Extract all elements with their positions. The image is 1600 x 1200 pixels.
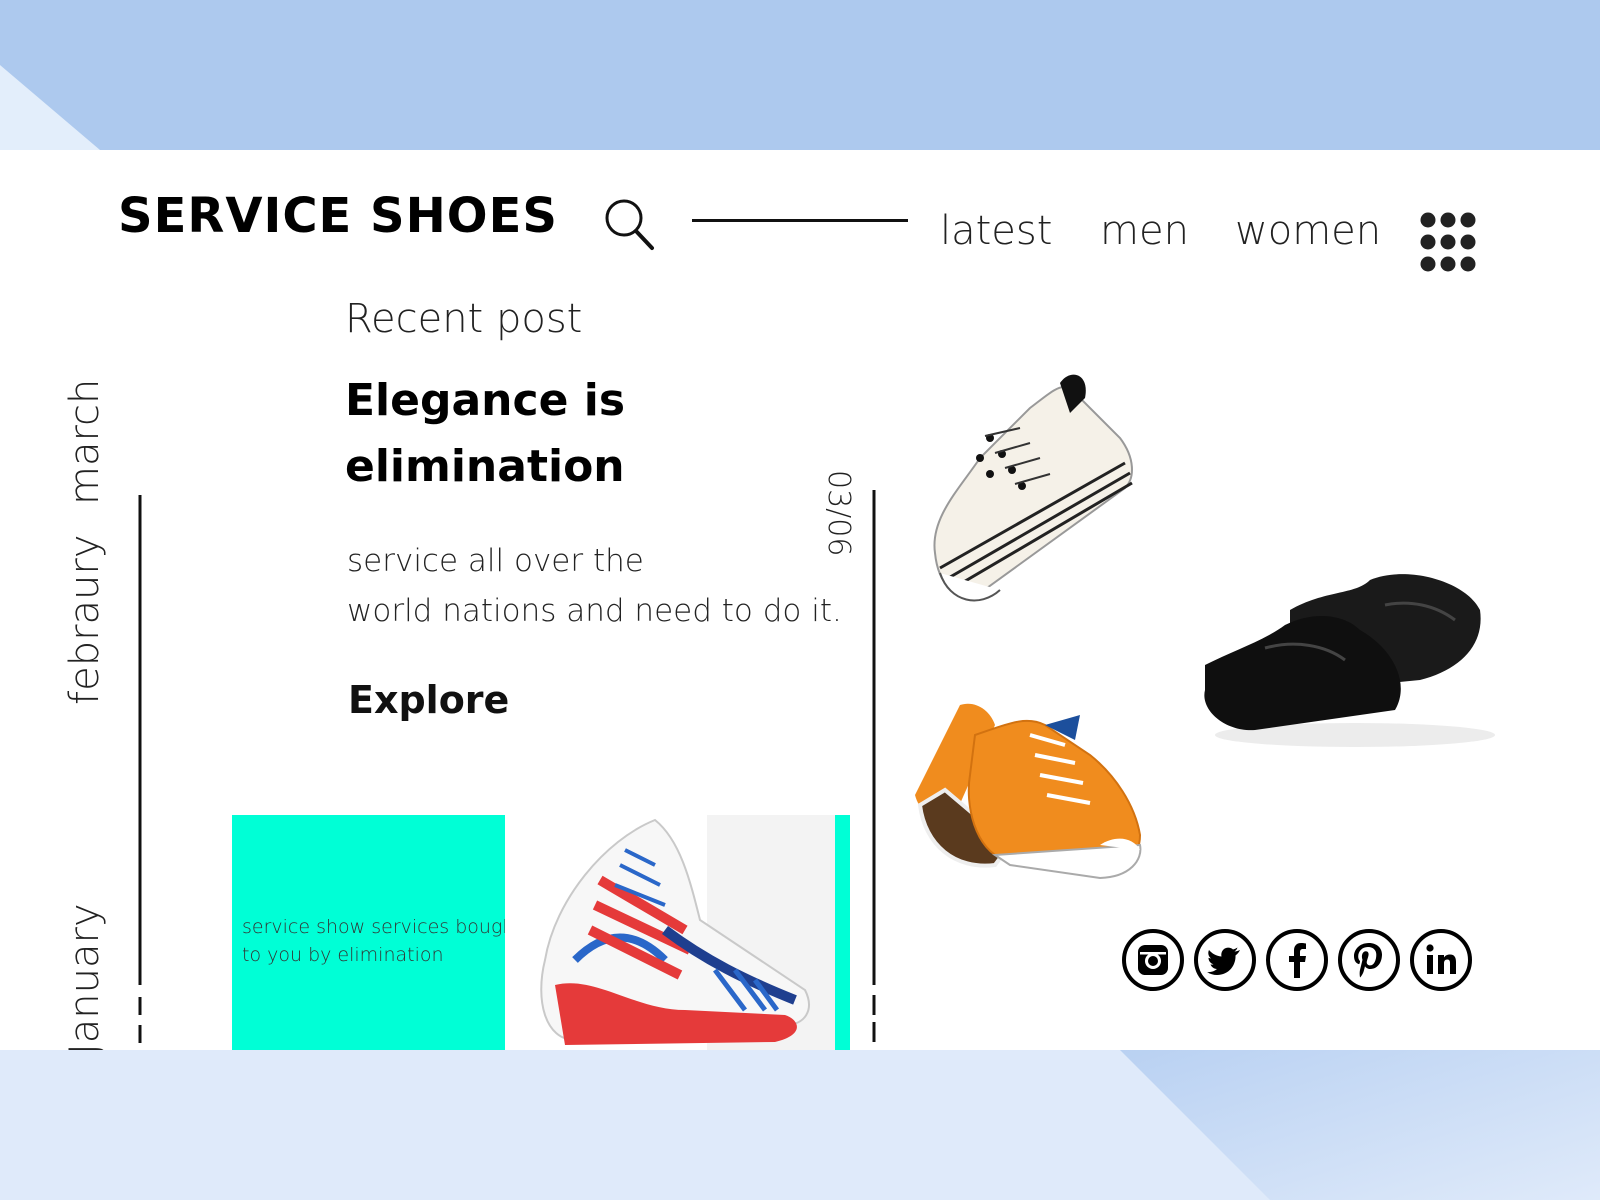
description-line: world nations and need to do it. [347,593,842,629]
twitter-icon[interactable] [1193,928,1257,992]
month-january[interactable]: January [62,903,108,1050]
facebook-icon[interactable] [1265,928,1329,992]
post-headline: Elegance is elimination [345,368,805,500]
promo-text-line: service show services bought [242,916,522,938]
promo-accent-strip [835,815,850,1050]
background-top-band [0,0,1600,150]
month-march[interactable]: march [62,379,108,505]
background-triangle [0,65,100,150]
month-february[interactable]: febraury [62,534,108,705]
header-divider [692,219,908,222]
orange-sneakers-image[interactable] [915,695,1155,895]
nav-latest[interactable]: latest [940,208,1052,254]
grid-menu-icon[interactable] [1418,210,1488,274]
post-date: 03/06 [821,470,856,557]
headline-line: elimination [345,441,625,492]
social-links [1121,928,1481,998]
headline-line: Elegance is [345,375,626,426]
section-label: Recent post [345,296,583,342]
description-line: service all over the [347,543,644,579]
linkedin-icon[interactable] [1409,928,1473,992]
main-card: SERVICE SHOES latest men women march feb… [0,150,1600,1050]
pinterest-icon[interactable] [1337,928,1401,992]
month-selector: march febraury January [62,375,122,1050]
background-gradient-shape [1120,1050,1600,1200]
explore-button[interactable]: Explore [348,678,509,722]
white-sneaker-image[interactable] [920,368,1140,608]
post-description: service all over the world nations and n… [347,536,867,636]
promo-text-line: to you by elimination [242,944,444,966]
promo-box[interactable]: service show services bought to you by e… [232,815,522,1050]
black-loafers-image[interactable] [1195,570,1505,750]
timeline-left [138,495,142,1043]
timeline-right [872,490,876,1042]
promo-text: service show services bought to you by e… [242,913,522,969]
nav-men[interactable]: men [1100,208,1189,254]
instagram-icon[interactable] [1121,928,1185,992]
search-icon[interactable] [600,196,660,256]
nav-women[interactable]: women [1235,208,1381,254]
brand-logo[interactable]: SERVICE SHOES [118,188,558,244]
running-shoes-image[interactable] [515,810,825,1050]
